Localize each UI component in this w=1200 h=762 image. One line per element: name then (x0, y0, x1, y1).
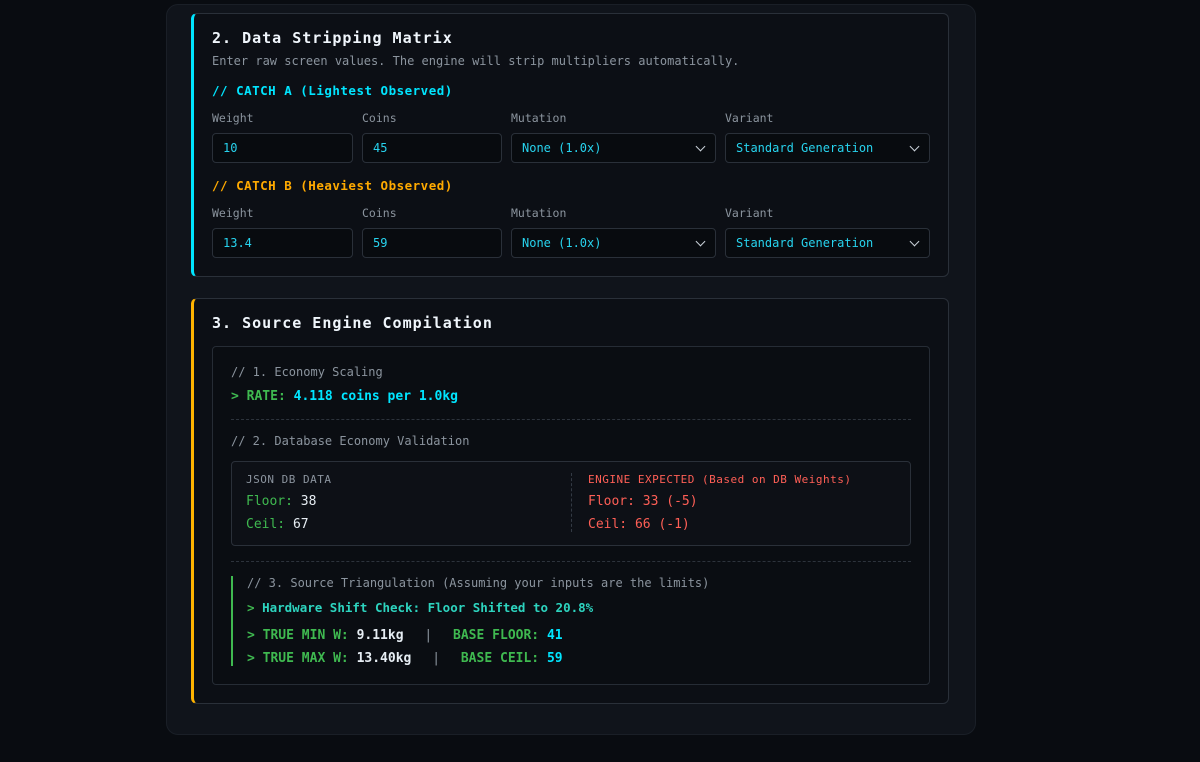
catch-a-mutation-field: Mutation None (1.0x) (511, 111, 716, 163)
engine-expected-header: ENGINE EXPECTED (Based on DB Weights) (588, 473, 852, 486)
json-db-header: JSON DB DATA (246, 473, 332, 486)
true-min-value: 9.11kg (356, 628, 404, 643)
true-min-line: > TRUE MIN W: 9.11kg | BASE FLOOR: 41 (247, 628, 911, 643)
catch-a-weight-input[interactable] (212, 133, 353, 163)
catch-b-heading: // CATCH B (Heaviest Observed) (212, 178, 453, 193)
hardware-shift-line: > Hardware Shift Check: Floor Shifted to… (247, 600, 911, 615)
source-engine-compilation-section: 3. Source Engine Compilation // 1. Econo… (191, 298, 949, 704)
rate-label: RATE: (246, 389, 286, 404)
mutation-label: Mutation (511, 206, 567, 220)
engine-ceil-label: Ceil: (588, 517, 628, 532)
rate-value: 4.118 coins per 1.0kg (293, 389, 458, 404)
pipe-divider: | (424, 628, 433, 643)
db-floor-value: 38 (300, 494, 317, 509)
catch-a-field-grid: Weight Coins Mutation None (1.0x) Varian… (212, 111, 930, 163)
dashed-divider (231, 419, 911, 420)
variant-label: Variant (725, 206, 774, 220)
base-ceil-label: BASE CEIL: (460, 651, 540, 666)
source-triangulation-block: // 3. Source Triangulation (Assuming you… (231, 576, 911, 666)
section-subtitle: Enter raw screen values. The engine will… (212, 54, 740, 68)
json-db-column: JSON DB DATA Floor: 38 Ceil: 67 (232, 473, 571, 532)
coins-label: Coins (362, 111, 397, 125)
prompt-symbol: > (247, 600, 255, 615)
catch-b-mutation-select[interactable]: None (1.0x) (511, 228, 716, 258)
engine-expected-column: ENGINE EXPECTED (Based on DB Weights) Fl… (571, 473, 910, 532)
catch-b-variant-field: Variant Standard Generation (725, 206, 930, 258)
db-floor-line: Floor: 38 (246, 494, 557, 509)
economy-validation-box: JSON DB DATA Floor: 38 Ceil: 67 ENGINE E… (231, 461, 911, 546)
variant-label: Variant (725, 111, 774, 125)
catch-b-field-grid: Weight Coins Mutation None (1.0x) Varian… (212, 206, 930, 258)
catch-b-variant-select[interactable]: Standard Generation (725, 228, 930, 258)
triangulation-comment: // 3. Source Triangulation (Assuming you… (247, 576, 710, 590)
catch-a-mutation-select-wrap: None (1.0x) (511, 133, 716, 163)
catch-a-coins-field: Coins (362, 111, 502, 163)
catch-b-mutation-select-wrap: None (1.0x) (511, 228, 716, 258)
engine-floor-label: Floor: (588, 494, 635, 509)
catch-b-variant-select-wrap: Standard Generation (725, 228, 930, 258)
catch-a-weight-field: Weight (212, 111, 353, 163)
weight-label: Weight (212, 206, 254, 220)
catch-a-variant-select-wrap: Standard Generation (725, 133, 930, 163)
engine-floor-line: Floor: 33 (-5) (588, 494, 896, 509)
engine-ceil-value: 66 (-1) (634, 517, 690, 532)
prompt-symbol: > (247, 651, 255, 666)
catch-b-mutation-field: Mutation None (1.0x) (511, 206, 716, 258)
engine-floor-value: 33 (-5) (642, 494, 698, 509)
true-max-label: TRUE MAX W: (262, 651, 349, 666)
rate-line: > RATE: 4.118 coins per 1.0kg (231, 389, 911, 404)
data-stripping-matrix-section: 2. Data Stripping Matrix Enter raw scree… (191, 13, 949, 277)
catch-a-mutation-select[interactable]: None (1.0x) (511, 133, 716, 163)
catch-a-variant-field: Variant Standard Generation (725, 111, 930, 163)
economy-scaling-comment: // 1. Economy Scaling (231, 365, 383, 379)
weight-label: Weight (212, 111, 254, 125)
db-ceil-line: Ceil: 67 (246, 517, 557, 532)
catch-a-variant-select[interactable]: Standard Generation (725, 133, 930, 163)
true-max-value: 13.40kg (356, 651, 412, 666)
catch-b-weight-field: Weight (212, 206, 353, 258)
dashed-divider (231, 561, 911, 562)
db-ceil-value: 67 (292, 517, 309, 532)
prompt-symbol: > (247, 628, 255, 643)
true-max-line: > TRUE MAX W: 13.40kg | BASE CEIL: 59 (247, 651, 911, 666)
catch-b-coins-input[interactable] (362, 228, 502, 258)
database-validation-comment: // 2. Database Economy Validation (231, 434, 470, 448)
db-floor-label: Floor: (246, 494, 293, 509)
base-floor-value: 41 (546, 628, 563, 643)
catch-b-coins-field: Coins (362, 206, 502, 258)
pipe-divider: | (432, 651, 441, 666)
mutation-label: Mutation (511, 111, 567, 125)
coins-label: Coins (362, 206, 397, 220)
true-min-label: TRUE MIN W: (262, 628, 349, 643)
base-floor-label: BASE FLOOR: (453, 628, 540, 643)
db-ceil-label: Ceil: (246, 517, 286, 532)
base-ceil-value: 59 (546, 651, 563, 666)
prompt-symbol: > (231, 389, 239, 404)
catch-a-coins-input[interactable] (362, 133, 502, 163)
engine-ceil-line: Ceil: 66 (-1) (588, 517, 896, 532)
catch-b-weight-input[interactable] (212, 228, 353, 258)
catch-a-heading: // CATCH A (Lightest Observed) (212, 83, 453, 98)
compilation-output-panel: // 1. Economy Scaling > RATE: 4.118 coin… (212, 346, 930, 685)
section-title: 2. Data Stripping Matrix (212, 29, 453, 47)
shift-check-text: Hardware Shift Check: Floor Shifted to 2… (262, 600, 594, 615)
main-container: 2. Data Stripping Matrix Enter raw scree… (166, 4, 976, 735)
section-title: 3. Source Engine Compilation (212, 314, 493, 332)
